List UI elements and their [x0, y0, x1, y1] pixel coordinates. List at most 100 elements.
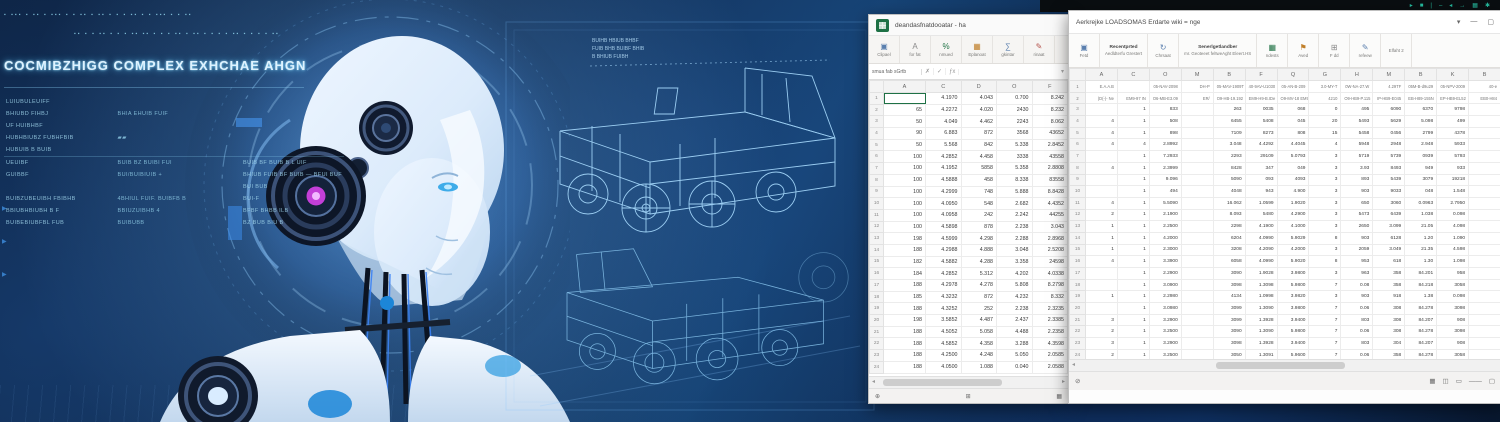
- cell[interactable]: [1469, 268, 1500, 280]
- cell[interactable]: [1181, 151, 1213, 163]
- cell[interactable]: 5.9600: [1277, 349, 1309, 359]
- maximize-icon[interactable]: ▢: [1487, 18, 1494, 26]
- cell[interactable]: 1.3090: [1245, 303, 1277, 315]
- cell[interactable]: 0035: [1245, 104, 1277, 116]
- cell[interactable]: 19218: [1437, 174, 1469, 186]
- cell[interactable]: 7.2933: [1149, 151, 1181, 163]
- cell[interactable]: [1469, 314, 1500, 326]
- row-number[interactable]: 12: [870, 221, 884, 233]
- cell[interactable]: 0.700: [997, 93, 1033, 105]
- cell[interactable]: [1181, 279, 1213, 291]
- cell[interactable]: 5493: [1341, 116, 1373, 128]
- cell[interactable]: 4.5852: [926, 338, 962, 350]
- cell[interactable]: 1.3098: [1245, 279, 1277, 291]
- cell[interactable]: 5.808: [997, 280, 1033, 292]
- row-number[interactable]: 23: [870, 350, 884, 362]
- cell[interactable]: DH-P: [1181, 81, 1213, 93]
- cell[interactable]: [884, 93, 926, 105]
- cell[interactable]: 4: [1086, 139, 1118, 151]
- cell[interactable]: [1469, 139, 1500, 151]
- cell[interactable]: 6058: [1213, 256, 1245, 268]
- cell[interactable]: [1181, 303, 1213, 315]
- cell[interactable]: 2298: [1213, 221, 1245, 233]
- cell[interactable]: 100: [884, 151, 926, 163]
- row-number[interactable]: 14: [1070, 232, 1086, 244]
- cell[interactable]: 3.2900: [1149, 314, 1181, 326]
- row-number[interactable]: 13: [870, 233, 884, 245]
- row-number[interactable]: 17: [870, 280, 884, 292]
- column-header[interactable]: Q: [1277, 69, 1309, 81]
- cell[interactable]: [1181, 197, 1213, 209]
- ribbon-group-review[interactable]: ✎ refeew: [1350, 34, 1381, 67]
- cell[interactable]: 9.096: [1149, 174, 1181, 186]
- cell[interactable]: 3: [1309, 197, 1341, 209]
- scroll-left-icon[interactable]: ◂: [872, 378, 875, 387]
- cell[interactable]: 0.098: [1437, 209, 1469, 221]
- row-number[interactable]: 3: [870, 116, 884, 128]
- column-header[interactable]: B: [1405, 69, 1437, 81]
- row-number[interactable]: 4: [870, 128, 884, 140]
- cell[interactable]: 2.2980: [1149, 291, 1181, 303]
- cell[interactable]: 252: [961, 303, 997, 315]
- ribbon-group-find[interactable]: ⚑ Aved: [1288, 34, 1319, 67]
- ribbon-group-paste[interactable]: ▣ Fetd: [1069, 34, 1100, 67]
- ribbon-group-misc[interactable]: Elfaht 2: [1381, 34, 1412, 67]
- cell[interactable]: 0.06: [1341, 349, 1373, 359]
- cell[interactable]: 8493: [1373, 162, 1405, 174]
- cell[interactable]: [1469, 291, 1500, 303]
- cell[interactable]: 093: [1245, 174, 1277, 186]
- taskbar-icon[interactable]: ■: [1420, 3, 1424, 9]
- cell[interactable]: 1.3091: [1245, 349, 1277, 359]
- cell[interactable]: 2: [1086, 326, 1118, 338]
- cell[interactable]: [1086, 268, 1118, 280]
- row-number[interactable]: 11: [870, 209, 884, 221]
- cell[interactable]: O6-MB-E3.09: [1149, 92, 1181, 104]
- cell[interactable]: 4.488: [997, 326, 1033, 338]
- cell[interactable]: 4: [1117, 139, 1149, 151]
- cell[interactable]: 4.5999: [926, 233, 962, 245]
- cell[interactable]: 90: [884, 128, 926, 140]
- scrollbar-thumb[interactable]: [1216, 362, 1346, 369]
- row-number[interactable]: 15: [1070, 244, 1086, 256]
- cell[interactable]: 3: [1309, 174, 1341, 186]
- cell[interactable]: 2799: [1405, 127, 1437, 139]
- cell[interactable]: 2.238: [997, 221, 1033, 233]
- cell[interactable]: 4.2900: [1277, 209, 1309, 221]
- cell[interactable]: 4.0500: [926, 361, 962, 373]
- cell[interactable]: [1181, 314, 1213, 326]
- cell[interactable]: 0.0963: [1405, 197, 1437, 209]
- cell[interactable]: 65: [884, 104, 926, 116]
- cell[interactable]: 499: [1437, 116, 1469, 128]
- cell[interactable]: 5933: [1437, 139, 1469, 151]
- cell[interactable]: 4.049: [926, 116, 962, 128]
- cell[interactable]: 3.9800: [1277, 303, 1309, 315]
- cell[interactable]: 0.098: [1437, 291, 1469, 303]
- cell[interactable]: 84.207: [1405, 314, 1437, 326]
- cell[interactable]: 05-NAV-2098: [1149, 81, 1181, 93]
- row-number[interactable]: 10: [1070, 186, 1086, 198]
- cell[interactable]: 4.2852: [926, 268, 962, 280]
- cell[interactable]: 84.218: [1405, 279, 1437, 291]
- row-number[interactable]: 12: [1070, 209, 1086, 221]
- select-all-corner[interactable]: [870, 81, 884, 93]
- cell[interactable]: 4.3598: [1032, 338, 1068, 350]
- ribbon-group-styles[interactable]: ▦ Eplanoat: [962, 36, 993, 63]
- cell[interactable]: 198: [884, 233, 926, 245]
- cell[interactable]: 4.5898: [926, 221, 962, 233]
- cell[interactable]: 1: [1117, 256, 1149, 268]
- cell[interactable]: 8.232: [1032, 104, 1068, 116]
- cell[interactable]: 2059: [1341, 244, 1373, 256]
- cell[interactable]: 1: [1117, 349, 1149, 359]
- cell[interactable]: EM9-H9-B.IDe: [1245, 92, 1277, 104]
- cell[interactable]: 3.288: [997, 338, 1033, 350]
- row-number[interactable]: 21: [1070, 314, 1086, 326]
- cell[interactable]: 5.9800: [1277, 279, 1309, 291]
- cell[interactable]: [1181, 268, 1213, 280]
- cell[interactable]: 4.4352: [1032, 198, 1068, 210]
- cell[interactable]: 3.0-MY-T: [1309, 81, 1341, 93]
- cell[interactable]: 5408: [1245, 116, 1277, 128]
- cell[interactable]: 803: [1341, 314, 1373, 326]
- cell[interactable]: 4: [1309, 139, 1341, 151]
- cell[interactable]: 5858: [961, 163, 997, 175]
- cell[interactable]: 4.358: [961, 338, 997, 350]
